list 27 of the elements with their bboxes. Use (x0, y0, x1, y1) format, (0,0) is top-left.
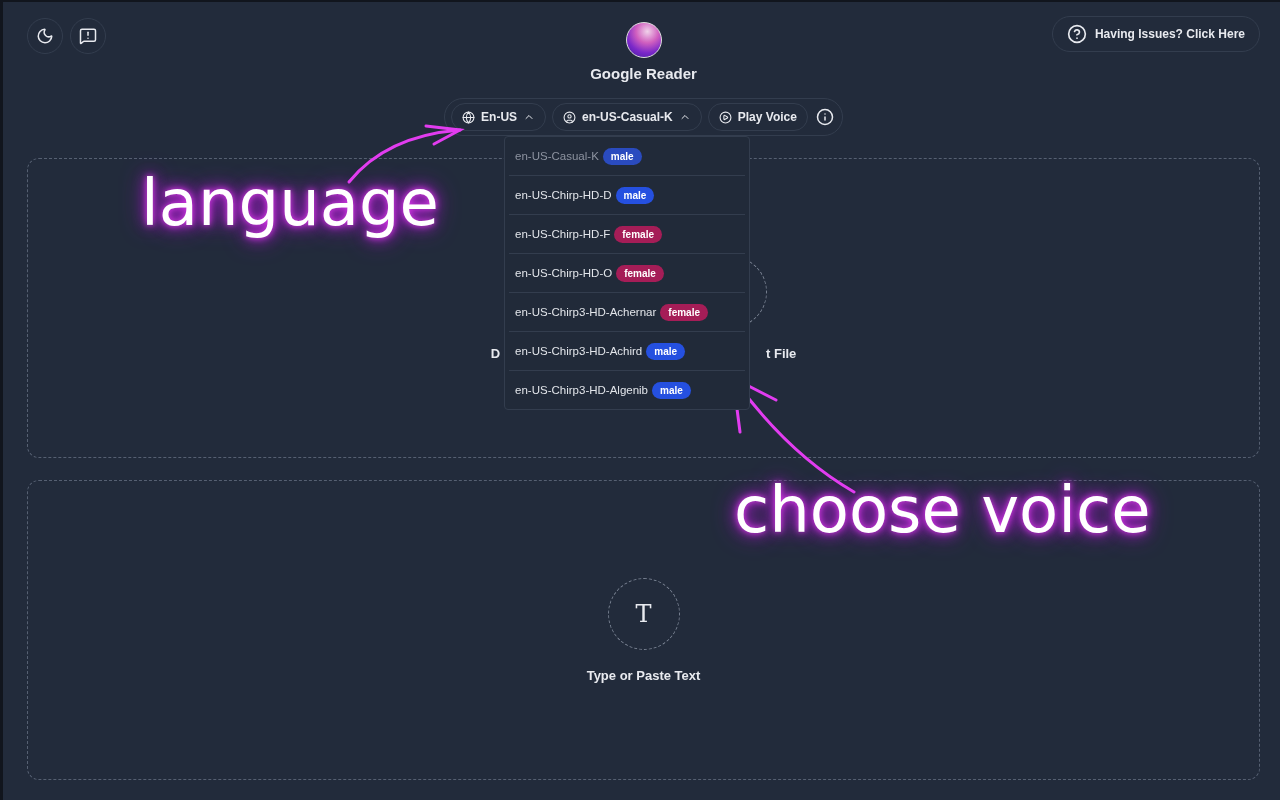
text-input-zone[interactable]: T Type or Paste Text choose voice (27, 480, 1260, 780)
upload-label: t File (766, 345, 797, 361)
voice-name: en-US-Chirp-HD-O (515, 267, 613, 279)
voice-option[interactable]: en-US-Chirp3-HD-Achird male (509, 332, 746, 371)
voice-option[interactable]: en-US-Chirp-HD-D male (509, 176, 746, 215)
voice-name: en-US-Chirp-HD-D (515, 189, 612, 201)
upload-label: D (490, 345, 500, 361)
gender-tag: male (615, 186, 655, 204)
text-zone-label: Type or Paste Text (586, 667, 701, 683)
gender-tag: male (652, 381, 691, 399)
voice-name: en-US-Chirp3-HD-Achird (515, 345, 643, 357)
gender-tag: female (614, 225, 662, 243)
voice-option[interactable]: en-US-Chirp-HD-F female (509, 215, 746, 254)
annotation-text: language (141, 166, 439, 240)
gender-tag: female (616, 264, 664, 282)
gender-tag: male (602, 147, 642, 165)
gender-tag: male (646, 342, 686, 360)
voice-name: en-US-Chirp3-HD-Algenib (515, 384, 648, 396)
voice-name: en-US-Chirp-HD-F (515, 228, 611, 240)
app-title: Google Reader (590, 65, 697, 82)
gender-tag: female (660, 303, 708, 321)
voice-option[interactable]: en-US-Chirp3-HD-Algenib male (509, 371, 746, 409)
voice-option[interactable]: en-US-Casual-K male (509, 137, 746, 176)
voice-name: en-US-Chirp3-HD-Achernar (515, 306, 657, 318)
voice-option[interactable]: en-US-Chirp3-HD-Achernar female (509, 293, 746, 332)
text-icon: T (635, 599, 652, 628)
voice-option[interactable]: en-US-Chirp-HD-O female (509, 254, 746, 293)
